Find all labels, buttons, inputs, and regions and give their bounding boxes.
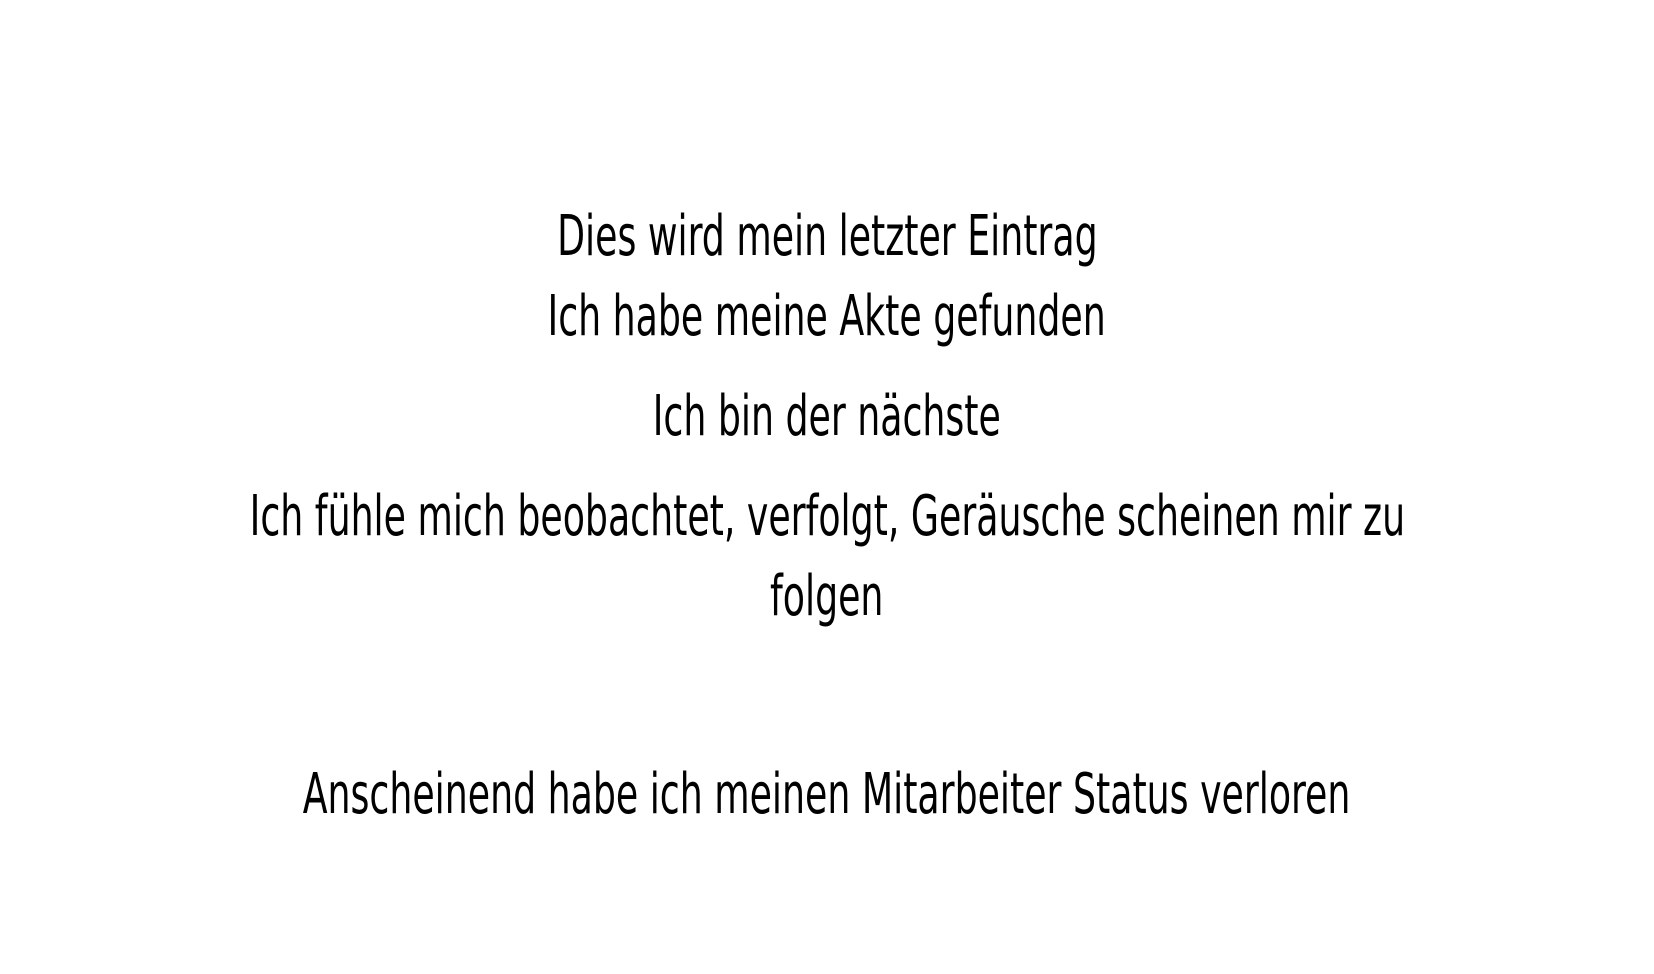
text-line-5: folgen — [770, 564, 884, 629]
text-line-file-found: Ich habe meine Akte gefunden — [0, 280, 1654, 354]
text-page: Dies wird mein letzter Eintrag Ich habe … — [0, 0, 1654, 974]
text-line-last-entry: Dies wird mein letzter Eintrag — [0, 200, 1654, 274]
text-line-6: Anscheinend habe ich meinen Mitarbeiter … — [303, 762, 1351, 827]
text-line-follow: folgen — [0, 560, 1654, 634]
text-line-next: Ich bin der nächste — [0, 380, 1654, 454]
text-line-1: Dies wird mein letzter Eintrag — [556, 204, 1098, 269]
text-line-watched: Ich fühle mich beobachtet, verfolgt, Ger… — [0, 480, 1654, 554]
text-line-4: Ich fühle mich beobachtet, verfolgt, Ger… — [249, 484, 1405, 549]
text-line-2: Ich habe meine Akte gefunden — [547, 284, 1107, 349]
text-line-status-lost: Anscheinend habe ich meinen Mitarbeiter … — [0, 758, 1654, 832]
text-line-3: Ich bin der nächste — [652, 384, 1002, 449]
